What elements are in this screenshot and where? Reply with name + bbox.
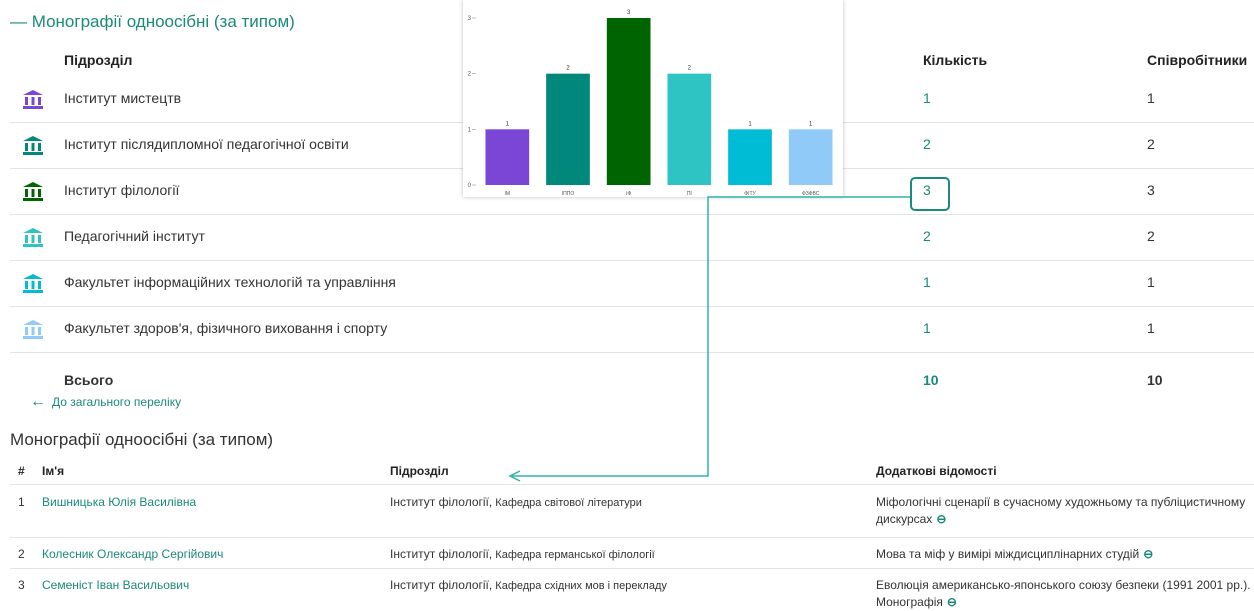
back-link-label: До загального переліку — [52, 395, 182, 409]
total-row: Всього 10 10 — [10, 358, 1254, 404]
department-name: Кафедра світової літератури — [495, 497, 642, 509]
bar — [728, 129, 772, 185]
count-highlight-box — [910, 177, 950, 211]
person-link[interactable]: Вишницька Юлія Василівна — [42, 495, 196, 509]
bar — [788, 129, 833, 185]
unit-count-link[interactable]: 1 — [923, 90, 931, 106]
bar-value-label: 3 — [627, 10, 631, 16]
back-to-list-link[interactable]: ← До загального переліку — [30, 393, 181, 411]
info-cell: Еволюція американсько-японського союзу б… — [876, 577, 1254, 611]
y-tick-label: 2 — [468, 72, 472, 78]
unit-cell: Інститут філології, Кафедра світової літ… — [390, 495, 642, 509]
item-number: 2 — [18, 547, 25, 561]
info-cell: Мова та міф у вимірі міждисциплінарних с… — [876, 546, 1254, 563]
bar — [606, 18, 651, 185]
institution-icon — [23, 182, 43, 201]
institution-icon — [23, 274, 43, 293]
total-label: Всього — [64, 372, 114, 388]
unit-employees: 3 — [1147, 182, 1155, 198]
bar-chart-svg: 0 1 2 3 1 ІМ 2 ІППО 3 ІФ 2 ПІ 1 ФІТУ 1 ФЗФВС — [468, 10, 833, 197]
x-tick-label: ФІТУ — [744, 191, 756, 197]
bar — [485, 129, 530, 185]
unit-name: Педагогічний інститут — [64, 228, 205, 244]
section-title[interactable]: — Монографії одноосібні (за типом) — [10, 12, 295, 32]
person-link[interactable]: Колесник Олександр Сергійович — [42, 547, 223, 561]
x-tick-label: ФЗФВС — [802, 191, 820, 197]
link-icon[interactable]: ⊖ — [947, 595, 957, 609]
department-name: Кафедра германської філології — [495, 549, 655, 561]
bar — [667, 73, 712, 185]
unit-name: Факультет здоров'я, фізичного виховання … — [64, 320, 388, 336]
bar — [546, 73, 590, 185]
info-cell: Міфологічні сценарії в сучасному художнь… — [876, 494, 1254, 528]
institution-icon — [23, 136, 43, 155]
x-tick-label: ПІ — [687, 191, 692, 197]
y-tick-label: 3 — [468, 16, 472, 22]
list-header-num: # — [18, 464, 25, 478]
institution-icon — [23, 228, 43, 247]
unit-name: Інститут філології, — [390, 547, 493, 561]
list-header-info: Додаткові відомості — [876, 464, 997, 478]
x-tick-label: ІМ — [505, 191, 511, 197]
unit-count-link[interactable]: 1 — [923, 274, 931, 290]
bar-value-label: 1 — [506, 121, 510, 127]
unit-name: Інститут філології, — [390, 495, 493, 509]
info-text: Мова та міф у вимірі міждисциплінарних с… — [876, 547, 1140, 561]
link-icon[interactable]: ⊖ — [936, 512, 946, 526]
total-employees: 10 — [1147, 372, 1163, 388]
list-item: 1 Вишницька Юлія Василівна Інститут філоло… — [10, 484, 1254, 538]
unit-row: Факультет інформаційних технологій та уп… — [10, 260, 1254, 307]
y-tick-label: 0 — [468, 183, 472, 189]
column-header-employees: Співробітники — [1147, 52, 1248, 68]
unit-name: Інститут післядипломної педагогічної осв… — [64, 136, 349, 152]
department-name: Кафедра східних мов і перекладу — [495, 580, 667, 592]
unit-row: Факультет здоров'я, фізичного виховання … — [10, 306, 1254, 353]
unit-cell: Інститут філології, Кафедра германської … — [390, 547, 655, 561]
list-header-unit: Підрозділ — [390, 464, 449, 478]
unit-name: Інститут мистецтв — [64, 90, 182, 106]
unit-employees: 1 — [1147, 274, 1155, 290]
bar-value-label: 2 — [566, 66, 570, 72]
item-number: 1 — [18, 495, 25, 509]
bar-chart: 0 1 2 3 1 ІМ 2 ІППО 3 ІФ 2 ПІ 1 ФІТУ 1 ФЗФВС — [463, 0, 843, 197]
unit-employees: 2 — [1147, 136, 1155, 152]
info-text: Міфологічні сценарії в сучасному художнь… — [876, 495, 1246, 526]
unit-name: Інститут філології — [64, 182, 180, 198]
unit-count-link[interactable]: 2 — [923, 228, 931, 244]
arrow-left-icon: ← — [30, 393, 46, 410]
bar-value-label: 1 — [748, 121, 752, 127]
info-text: Еволюція американсько-японського союзу б… — [876, 578, 1251, 609]
x-tick-label: ІППО — [562, 191, 575, 197]
person-link[interactable]: Семеніст Іван Васильович — [42, 578, 189, 592]
item-number: 3 — [18, 578, 25, 592]
institution-icon — [23, 90, 43, 109]
link-icon[interactable]: ⊖ — [1143, 547, 1153, 561]
list-item: 2 Колесник Олександр Сергійович Інститут ф… — [10, 537, 1254, 569]
unit-name: Факультет інформаційних технологій та уп… — [64, 274, 396, 290]
list-header-name: Ім'я — [42, 464, 65, 478]
institution-icon — [23, 320, 43, 339]
unit-name: Інститут філології, — [390, 578, 493, 592]
x-tick-label: ІФ — [626, 191, 631, 197]
unit-employees: 1 — [1147, 90, 1155, 106]
unit-row: Педагогічний інститут 2 2 — [10, 214, 1254, 261]
unit-count-link[interactable]: 2 — [923, 136, 931, 152]
unit-employees: 2 — [1147, 228, 1155, 244]
list-title: Монографії одноосібні (за типом) — [10, 430, 274, 449]
column-header-count: Кількість — [923, 52, 988, 68]
y-tick-label: 1 — [468, 127, 472, 133]
column-header-unit: Підрозділ — [64, 52, 133, 68]
unit-cell: Інститут філології, Кафедра східних мов … — [390, 578, 667, 592]
total-count: 10 — [923, 372, 939, 388]
bar-value-label: 1 — [809, 121, 813, 127]
unit-count-link[interactable]: 1 — [923, 320, 931, 336]
bar-value-label: 2 — [688, 66, 692, 72]
unit-employees: 1 — [1147, 320, 1155, 336]
